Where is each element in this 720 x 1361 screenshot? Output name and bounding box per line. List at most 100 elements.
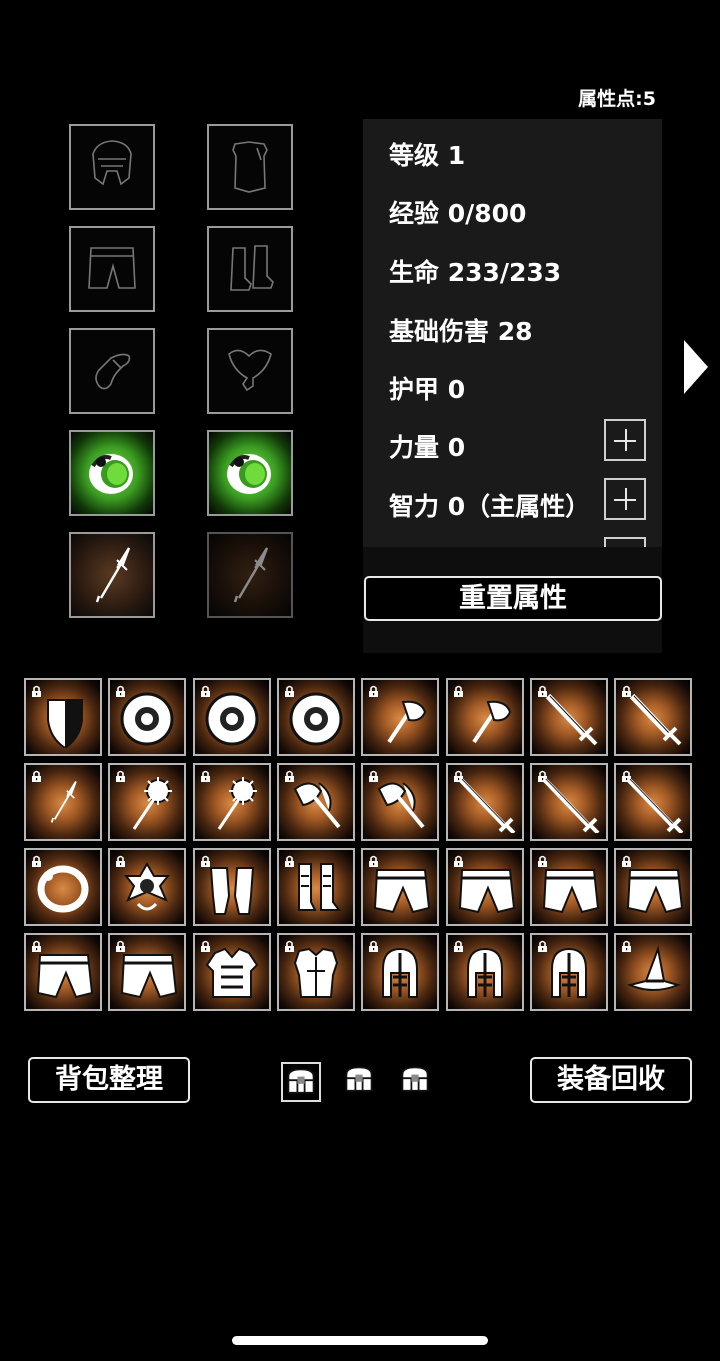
- green-ring-icon: [87, 452, 135, 496]
- pants-icon: [120, 953, 178, 999]
- shield-icon: [47, 699, 83, 748]
- equip-slot-boots[interactable]: [207, 226, 293, 312]
- stat-level: 等级 1: [389, 141, 466, 170]
- pants-outline-icon: [88, 247, 136, 289]
- equip-slot-main-weapon[interactable]: [69, 532, 155, 618]
- add-intellect-button[interactable]: [604, 478, 646, 520]
- inventory-slot[interactable]: [529, 848, 608, 926]
- boots-outline-icon: [230, 245, 274, 291]
- add-agility-button[interactable]: [604, 537, 646, 547]
- helmet-icon: [381, 947, 419, 999]
- next-page-arrow-icon[interactable]: [684, 340, 708, 394]
- stat-base-damage: 基础伤害 28: [389, 317, 533, 346]
- stat-hp: 生命 233/233: [389, 258, 562, 287]
- sword-icon: [538, 686, 600, 748]
- equip-slot-bracer[interactable]: [69, 328, 155, 414]
- equip-slot-pants[interactable]: [69, 226, 155, 312]
- round-shield-icon: [289, 692, 343, 746]
- inventory-slot[interactable]: [361, 933, 440, 1011]
- inventory-slot[interactable]: [24, 678, 102, 756]
- greatsword-icon: [538, 771, 600, 833]
- home-indicator[interactable]: [232, 1336, 488, 1345]
- bag-tab-1[interactable]: [281, 1062, 321, 1102]
- add-strength-button[interactable]: [604, 419, 646, 461]
- inventory-slot[interactable]: [614, 933, 693, 1011]
- stats-panel[interactable]: 等级 1 经验 0/800 生命 233/233 基础伤害 28 护甲 0 力量…: [363, 119, 662, 547]
- inventory-slot[interactable]: [276, 678, 355, 756]
- pants-icon: [458, 868, 515, 914]
- necklace-outline-icon: [228, 349, 272, 391]
- round-shield-icon: [205, 692, 259, 746]
- inventory-slot[interactable]: [529, 678, 608, 756]
- equip-slot-ring-right[interactable]: [207, 430, 293, 516]
- inventory-slot[interactable]: [361, 678, 440, 756]
- spear-icon: [95, 546, 131, 604]
- inventory-slot[interactable]: [445, 678, 524, 756]
- armor-outline-icon: [232, 141, 268, 193]
- helmet-icon: [550, 947, 588, 999]
- ring-icon: [32, 856, 94, 918]
- inventory-slot[interactable]: [108, 763, 187, 841]
- attribute-points-label: 属性点:5: [578, 88, 656, 110]
- inventory-slot[interactable]: [614, 763, 693, 841]
- bracer-outline-icon: [95, 353, 131, 390]
- bag-tab-2[interactable]: [341, 1062, 381, 1102]
- inventory-slot[interactable]: [361, 763, 440, 841]
- chest-armor-icon: [205, 947, 259, 999]
- bag-tab-3[interactable]: [397, 1062, 437, 1102]
- boots-icon: [297, 863, 340, 911]
- equip-slot-armor[interactable]: [207, 124, 293, 210]
- sort-bag-button[interactable]: 背包整理: [28, 1057, 190, 1103]
- inventory-slot[interactable]: [192, 763, 271, 841]
- inventory-slot[interactable]: [192, 848, 271, 926]
- spear-icon: [50, 780, 77, 824]
- inventory-slot[interactable]: [24, 848, 102, 926]
- inventory-slot[interactable]: [614, 848, 693, 926]
- stat-strength: 力量 0: [389, 433, 466, 462]
- inventory-slot[interactable]: [361, 848, 440, 926]
- amulet-icon: [124, 862, 170, 911]
- inventory-slot[interactable]: [529, 933, 608, 1011]
- inventory-slot[interactable]: [445, 933, 524, 1011]
- inventory-slot[interactable]: [24, 933, 102, 1011]
- double-axe-icon: [292, 781, 341, 829]
- inventory-slot[interactable]: [614, 678, 693, 756]
- inventory-slot[interactable]: [445, 763, 524, 841]
- pants-icon: [36, 953, 94, 999]
- equip-slot-off-weapon[interactable]: [207, 532, 293, 618]
- recycle-equipment-button[interactable]: 装备回收: [530, 1057, 692, 1103]
- inventory-slot[interactable]: [445, 848, 524, 926]
- inventory-slot[interactable]: [276, 933, 355, 1011]
- inventory-slot[interactable]: [108, 848, 187, 926]
- equip-slot-necklace[interactable]: [207, 328, 293, 414]
- backpack-icon: [287, 1068, 315, 1094]
- wizard-hat-icon: [628, 947, 680, 992]
- backpack-icon: [345, 1066, 373, 1092]
- sword-icon: [622, 686, 684, 748]
- pants-icon: [626, 868, 684, 914]
- inventory-slot[interactable]: [529, 763, 608, 841]
- inventory-slot[interactable]: [192, 933, 271, 1011]
- green-ring-icon: [225, 452, 273, 496]
- inventory-slot[interactable]: [108, 678, 187, 756]
- stat-exp: 经验 0/800: [389, 199, 527, 228]
- spear-icon: [233, 546, 269, 604]
- axe-icon: [471, 699, 512, 744]
- mace-icon: [217, 775, 259, 831]
- inventory-slot[interactable]: [192, 678, 271, 756]
- inventory-slot[interactable]: [276, 848, 355, 926]
- equip-slot-ring-left[interactable]: [69, 430, 155, 516]
- equip-slot-helmet[interactable]: [69, 124, 155, 210]
- inventory-slot[interactable]: [108, 933, 187, 1011]
- greatsword-icon: [454, 771, 516, 833]
- breastplate-icon: [293, 948, 338, 998]
- inventory-slot[interactable]: [24, 763, 102, 841]
- axe-icon: [387, 699, 428, 744]
- inventory-slot[interactable]: [276, 763, 355, 841]
- stat-intellect: 智力 0（主属性）: [389, 492, 591, 521]
- helmet-icon: [466, 947, 503, 999]
- reset-attributes-button[interactable]: 重置属性: [364, 576, 662, 621]
- greatsword-icon: [622, 771, 684, 833]
- pants-icon: [542, 868, 600, 914]
- pants-icon: [373, 868, 431, 914]
